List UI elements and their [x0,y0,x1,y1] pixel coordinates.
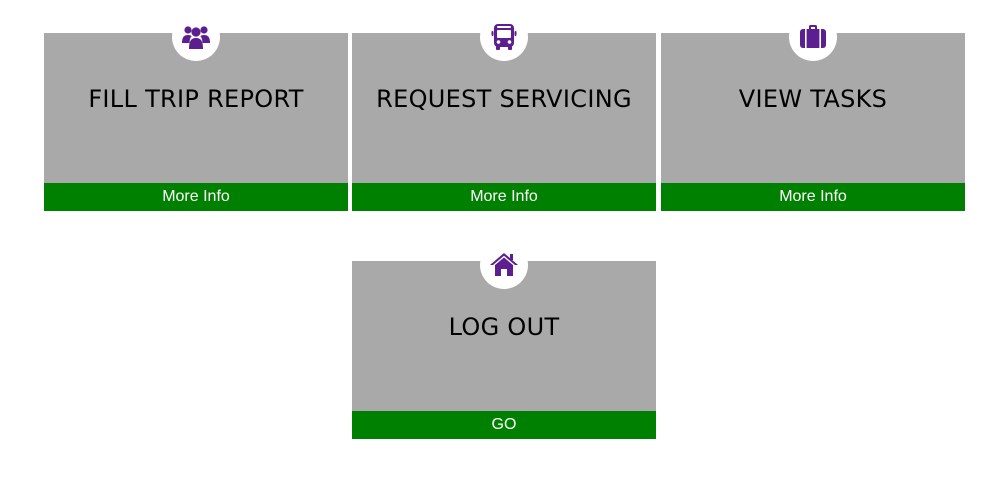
tile-title: VIEW TASKS [738,85,888,113]
tile-title: LOG OUT [448,313,560,341]
users-icon [172,13,220,61]
bus-icon [480,13,528,61]
go-button[interactable]: GO [352,411,656,439]
tile-title: FILL TRIP REPORT [88,85,304,113]
more-info-button[interactable]: More Info [352,183,656,211]
request-servicing-tile[interactable]: REQUEST SERVICING More Info [352,13,656,211]
tile-title: REQUEST SERVICING [376,85,632,113]
more-info-button[interactable]: More Info [661,183,965,211]
more-info-button[interactable]: More Info [44,183,348,211]
dashboard: FILL TRIP REPORT More Info REQUEST SERVI… [0,0,992,485]
fill-trip-report-tile[interactable]: FILL TRIP REPORT More Info [44,13,348,211]
log-out-tile[interactable]: LOG OUT GO [352,241,656,439]
briefcase-icon [789,13,837,61]
view-tasks-tile[interactable]: VIEW TASKS More Info [661,13,965,211]
home-icon [480,241,528,289]
